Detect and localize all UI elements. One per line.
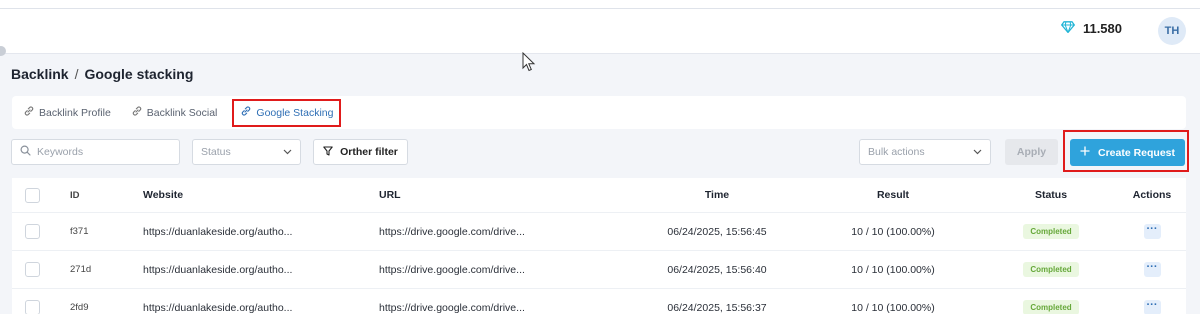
app-header: 11.580 TH [0, 9, 1200, 54]
row-actions: ··· [1122, 251, 1182, 288]
table-row[interactable]: f371 https://duanlakeside.org/autho... h… [12, 213, 1186, 251]
status-select[interactable]: Status [192, 139, 301, 165]
tab-bar: Backlink Profile Backlink Social Google … [12, 96, 1186, 129]
select-all-checkbox[interactable] [25, 178, 40, 212]
plus-icon [1080, 146, 1090, 159]
sidebar-collapse-handle[interactable] [0, 46, 6, 56]
column-header-status[interactable]: Status [1012, 178, 1090, 212]
apply-button[interactable]: Apply [1005, 139, 1058, 165]
column-header-result[interactable]: Result [793, 178, 993, 212]
breadcrumb-root[interactable]: Backlink [11, 66, 69, 82]
mouse-cursor-icon [522, 51, 536, 77]
other-filter-button[interactable]: Orther filter [313, 139, 408, 165]
row-time: 06/24/2025, 15:56:40 [667, 263, 767, 276]
row-result: 10 / 10 (100.00%) [851, 263, 935, 276]
diamond-icon [1060, 21, 1076, 36]
column-header-time[interactable]: Time [612, 178, 822, 212]
row-status: Completed [1012, 251, 1090, 288]
tab-label: Google Stacking [256, 106, 334, 119]
row-checkbox[interactable] [25, 289, 40, 314]
row-time: 06/24/2025, 15:56:45 [667, 225, 767, 238]
requests-table: ID Website URL Time Result Status Action… [12, 178, 1186, 314]
user-avatar[interactable]: TH [1158, 17, 1186, 45]
tab-backlink-profile[interactable]: Backlink Profile [20, 101, 114, 125]
row-status: Completed [1012, 213, 1090, 250]
row-id: 271d [70, 264, 92, 275]
tab-backlink-social[interactable]: Backlink Social [128, 101, 221, 125]
more-options-icon[interactable]: ··· [1143, 262, 1161, 277]
status-badge: Completed [1023, 224, 1079, 239]
column-header-url[interactable]: URL [379, 178, 401, 212]
row-url[interactable]: https://drive.google.com/drive... [379, 251, 525, 288]
link-icon [23, 105, 35, 120]
filter-toolbar: Status Orther filter Bulk actions Apply … [0, 139, 1200, 167]
create-request-button[interactable]: Create Request [1070, 139, 1185, 166]
breadcrumb-separator: / [74, 66, 79, 82]
tab-label: Backlink Social [146, 106, 218, 119]
create-request-label: Create Request [1097, 146, 1176, 159]
keyword-search [11, 139, 180, 165]
credits-display: 11.580 [1060, 21, 1122, 36]
column-header-id[interactable]: ID [70, 178, 80, 212]
link-icon [131, 105, 143, 120]
row-url[interactable]: https://drive.google.com/drive... [379, 289, 525, 314]
column-header-website[interactable]: Website [143, 178, 183, 212]
row-result: 10 / 10 (100.00%) [851, 301, 935, 314]
tab-google-stacking[interactable]: Google Stacking [232, 98, 342, 127]
other-filter-label: Orther filter [340, 146, 398, 158]
status-select-placeholder: Status [201, 146, 231, 158]
status-badge: Completed [1023, 300, 1079, 314]
status-badge: Completed [1023, 262, 1079, 277]
breadcrumb: Backlink / Google stacking [11, 66, 193, 82]
table-header-row: ID Website URL Time Result Status Action… [12, 178, 1186, 213]
row-website[interactable]: https://duanlakeside.org/autho... [143, 213, 292, 250]
row-url[interactable]: https://drive.google.com/drive... [379, 213, 525, 250]
row-checkbox[interactable] [25, 213, 40, 250]
column-header-actions: Actions [1132, 189, 1172, 201]
breadcrumb-current: Google stacking [84, 66, 194, 82]
bulk-actions-select[interactable]: Bulk actions [859, 139, 991, 165]
row-status: Completed [1012, 289, 1090, 314]
filter-icon [323, 145, 333, 159]
link-icon [240, 105, 252, 120]
chevron-down-icon [973, 146, 982, 158]
tab-label: Backlink Profile [39, 106, 111, 119]
row-id: f371 [70, 226, 89, 237]
more-options-icon[interactable]: ··· [1143, 224, 1161, 239]
row-id: 2fd9 [70, 302, 89, 313]
row-actions: ··· [1122, 213, 1182, 250]
row-website[interactable]: https://duanlakeside.org/autho... [143, 289, 292, 314]
chevron-down-icon [283, 146, 292, 158]
search-icon [20, 143, 31, 161]
table-row[interactable]: 2fd9 https://duanlakeside.org/autho... h… [12, 289, 1186, 314]
row-actions: ··· [1122, 289, 1182, 314]
row-checkbox[interactable] [25, 251, 40, 288]
row-time: 06/24/2025, 15:56:37 [667, 301, 767, 314]
keyword-search-input[interactable] [37, 146, 167, 158]
credits-value: 11.580 [1082, 21, 1122, 36]
bulk-actions-placeholder: Bulk actions [868, 146, 925, 158]
row-result: 10 / 10 (100.00%) [851, 225, 935, 238]
table-row[interactable]: 271d https://duanlakeside.org/autho... h… [12, 251, 1186, 289]
more-options-icon[interactable]: ··· [1143, 300, 1161, 314]
top-strip [0, 0, 1200, 9]
row-website[interactable]: https://duanlakeside.org/autho... [143, 251, 292, 288]
